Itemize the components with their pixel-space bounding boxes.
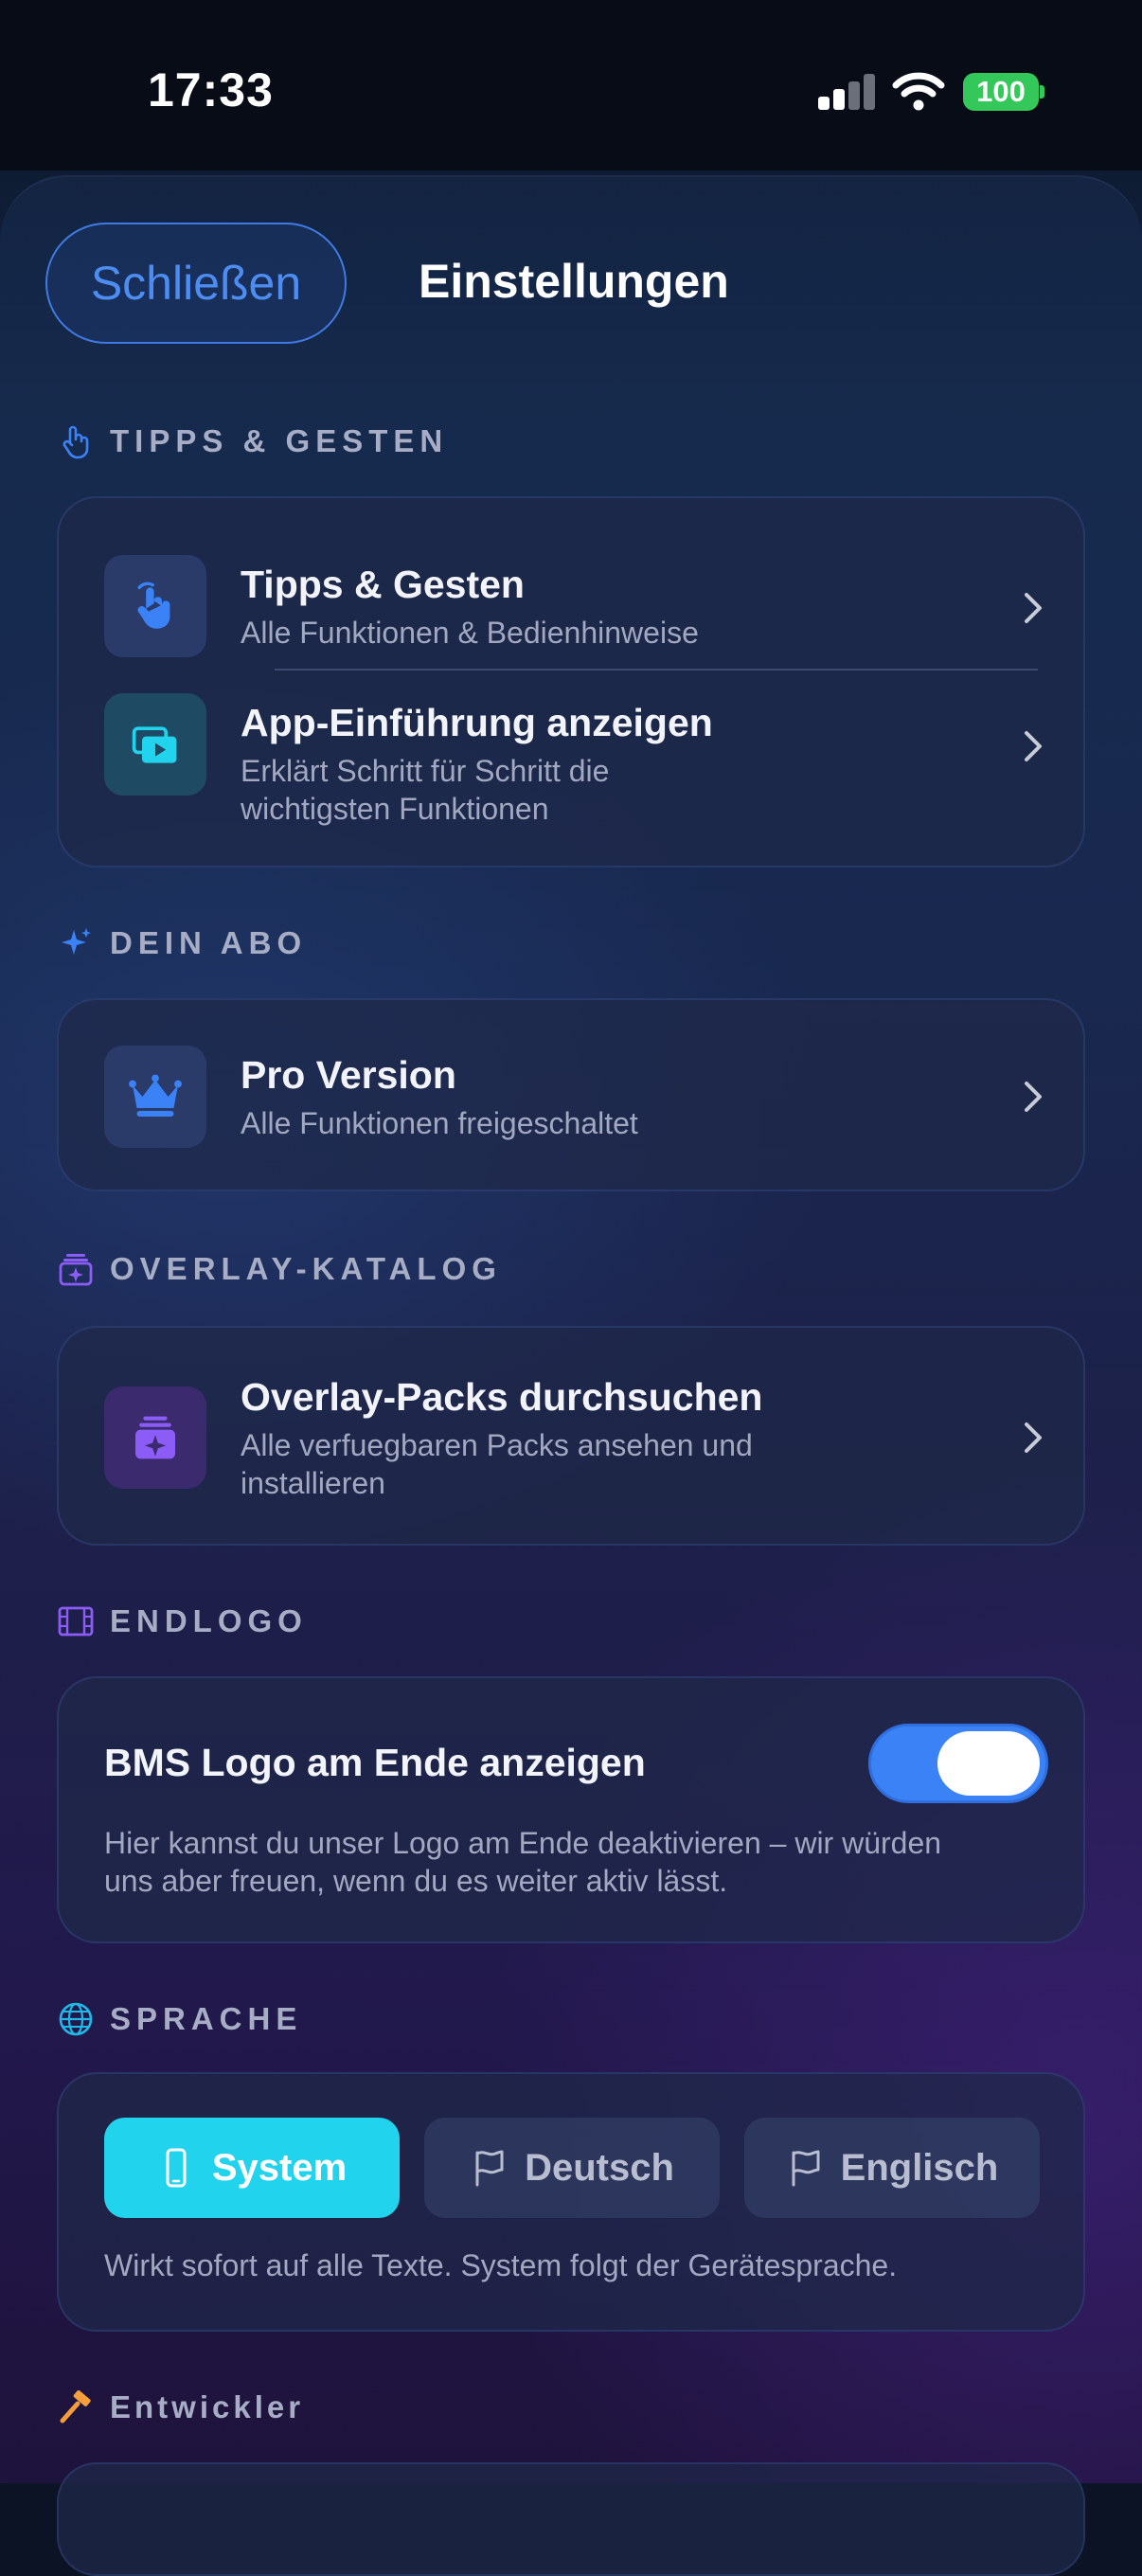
flag-icon (475, 2150, 504, 2187)
section-header-tips: TIPPS & GESTEN (57, 422, 448, 460)
row-subtitle-line2: wichtigsten Funktionen (241, 792, 549, 826)
battery-indicator: 100 (963, 73, 1039, 111)
hammer-icon (60, 2389, 91, 2424)
chevron-right-icon (1025, 731, 1042, 761)
row-subtitle-line1: Alle verfuegbaren Packs ansehen und (241, 1428, 753, 1462)
section-label: ENDLOGO (110, 1603, 308, 1638)
play-slides-icon (104, 693, 206, 796)
row-subtitle: Alle Funktionen freigeschaltet (241, 1106, 638, 1140)
close-button[interactable]: Schließen (45, 223, 347, 344)
language-option-label: System (211, 2146, 348, 2189)
toggle-label: BMS Logo am Ende anzeigen (104, 1741, 646, 1784)
language-hint: Wirkt sofort auf alle Texte. System folg… (104, 2248, 898, 2282)
battery-tip (1040, 85, 1044, 98)
hand-tap-icon (62, 425, 89, 459)
wifi-icon (892, 72, 945, 111)
endlogo-description-line2: uns aber freuen, wenn du es weiter aktiv… (104, 1864, 728, 1898)
sparkle-stack-icon (59, 1254, 93, 1286)
row-subtitle-line1: Erklärt Schritt für Schritt die (241, 754, 610, 788)
row-subtitle-line2: installieren (241, 1466, 385, 1500)
language-option-label: Deutsch (525, 2146, 674, 2189)
row-title: Overlay-Packs durchsuchen (241, 1375, 763, 1419)
chevron-right-icon (1025, 1422, 1042, 1453)
sparkles-icon (62, 928, 91, 955)
language-option-deutsch[interactable]: Deutsch (424, 2118, 720, 2218)
hand-point-icon (104, 555, 206, 657)
section-label: OVERLAY-KATALOG (110, 1251, 502, 1286)
film-icon (58, 1606, 94, 1637)
overlay-card: Overlay-Packs durchsuchen Alle verfuegba… (57, 1326, 1085, 1546)
globe-icon (59, 2002, 93, 2036)
list-item-tips-gestures[interactable]: Tipps & Gesten Alle Funktionen & Bedienh… (59, 498, 1087, 688)
phone-icon (166, 2148, 187, 2188)
battery-level: 100 (976, 75, 1026, 108)
crown-icon (104, 1046, 206, 1148)
section-label: Entwickler (110, 2389, 305, 2424)
section-header-subscription: DEIN ABO (57, 924, 307, 962)
language-option-label: Englisch (840, 2146, 999, 2189)
section-label: DEIN ABO (110, 925, 308, 960)
endlogo-toggle[interactable] (868, 1724, 1048, 1803)
flag-icon (792, 2150, 820, 2187)
list-item-app-intro[interactable]: App-Einführung anzeigen Erklärt Schritt … (59, 678, 1087, 868)
section-header-endlogo: ENDLOGO (57, 1602, 308, 1640)
subscription-card: Pro Version Alle Funktionen freigeschalt… (57, 998, 1085, 1191)
chevron-right-icon (1025, 593, 1042, 623)
list-item-pro-version[interactable]: Pro Version Alle Funktionen freigeschalt… (59, 1000, 1087, 1193)
row-subtitle: Alle Funktionen & Bedienhinweise (241, 616, 699, 650)
list-item-overlay-packs[interactable]: Overlay-Packs durchsuchen Alle verfuegba… (59, 1328, 1087, 1547)
status-time: 17:33 (148, 63, 274, 116)
section-header-overlay: OVERLAY-KATALOG (57, 1250, 502, 1288)
endlogo-card: BMS Logo am Ende anzeigen Hier kannst du… (57, 1676, 1085, 1943)
row-title: Tipps & Gesten (241, 563, 525, 606)
tips-card: Tipps & Gesten Alle Funktionen & Bedienh… (57, 496, 1085, 868)
language-option-englisch[interactable]: Englisch (744, 2118, 1040, 2218)
language-card: System Deutsch Englisch Wirkt sofort auf… (57, 2072, 1085, 2332)
language-option-system[interactable]: System (104, 2118, 400, 2218)
chevron-right-icon (1025, 1082, 1042, 1112)
endlogo-description-line1: Hier kannst du unser Logo am Ende deakti… (104, 1826, 942, 1860)
cellular-signal-icon (818, 72, 875, 110)
divider (275, 669, 1038, 671)
row-title: App-Einführung anzeigen (241, 701, 713, 744)
sparkle-stack-icon (104, 1386, 206, 1489)
section-label: TIPPS & GESTEN (110, 423, 449, 458)
status-bar: 17:33 100 (0, 0, 1142, 170)
section-header-language: SPRACHE (57, 2000, 302, 2038)
developer-card (57, 2462, 1085, 2576)
page-title: Einstellungen (419, 255, 729, 308)
section-label: SPRACHE (110, 2001, 303, 2036)
row-title: Pro Version (241, 1053, 456, 1097)
section-header-developer: Entwickler (57, 2388, 304, 2426)
toggle-knob (937, 1731, 1040, 1796)
